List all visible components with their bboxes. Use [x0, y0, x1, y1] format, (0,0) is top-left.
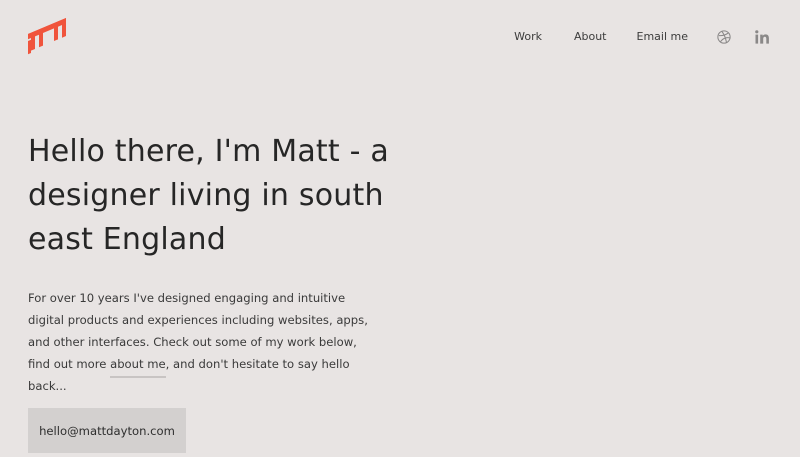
hero-intro-text: For over 10 years I've designed engaging…: [28, 287, 373, 397]
nav-link-work[interactable]: Work: [514, 28, 542, 46]
page: Work About Email me Hello there, I'm Mat…: [0, 0, 800, 457]
mt-monogram-logo-icon: [28, 18, 66, 55]
site-logo[interactable]: [27, 17, 67, 57]
main-navigation: Work About Email me: [514, 28, 770, 46]
about-me-link[interactable]: about me: [110, 353, 166, 378]
linkedin-icon: [755, 30, 769, 44]
nav-link-email-me[interactable]: Email me: [637, 28, 689, 46]
hero-headline: Hello there, I'm Matt - a designer livin…: [28, 134, 389, 257]
linkedin-link[interactable]: [755, 30, 770, 44]
dribbble-icon: [717, 30, 731, 44]
dribbble-link[interactable]: [717, 30, 731, 44]
email-button[interactable]: hello@mattdayton.com: [28, 408, 186, 453]
nav-link-about[interactable]: About: [574, 28, 607, 46]
